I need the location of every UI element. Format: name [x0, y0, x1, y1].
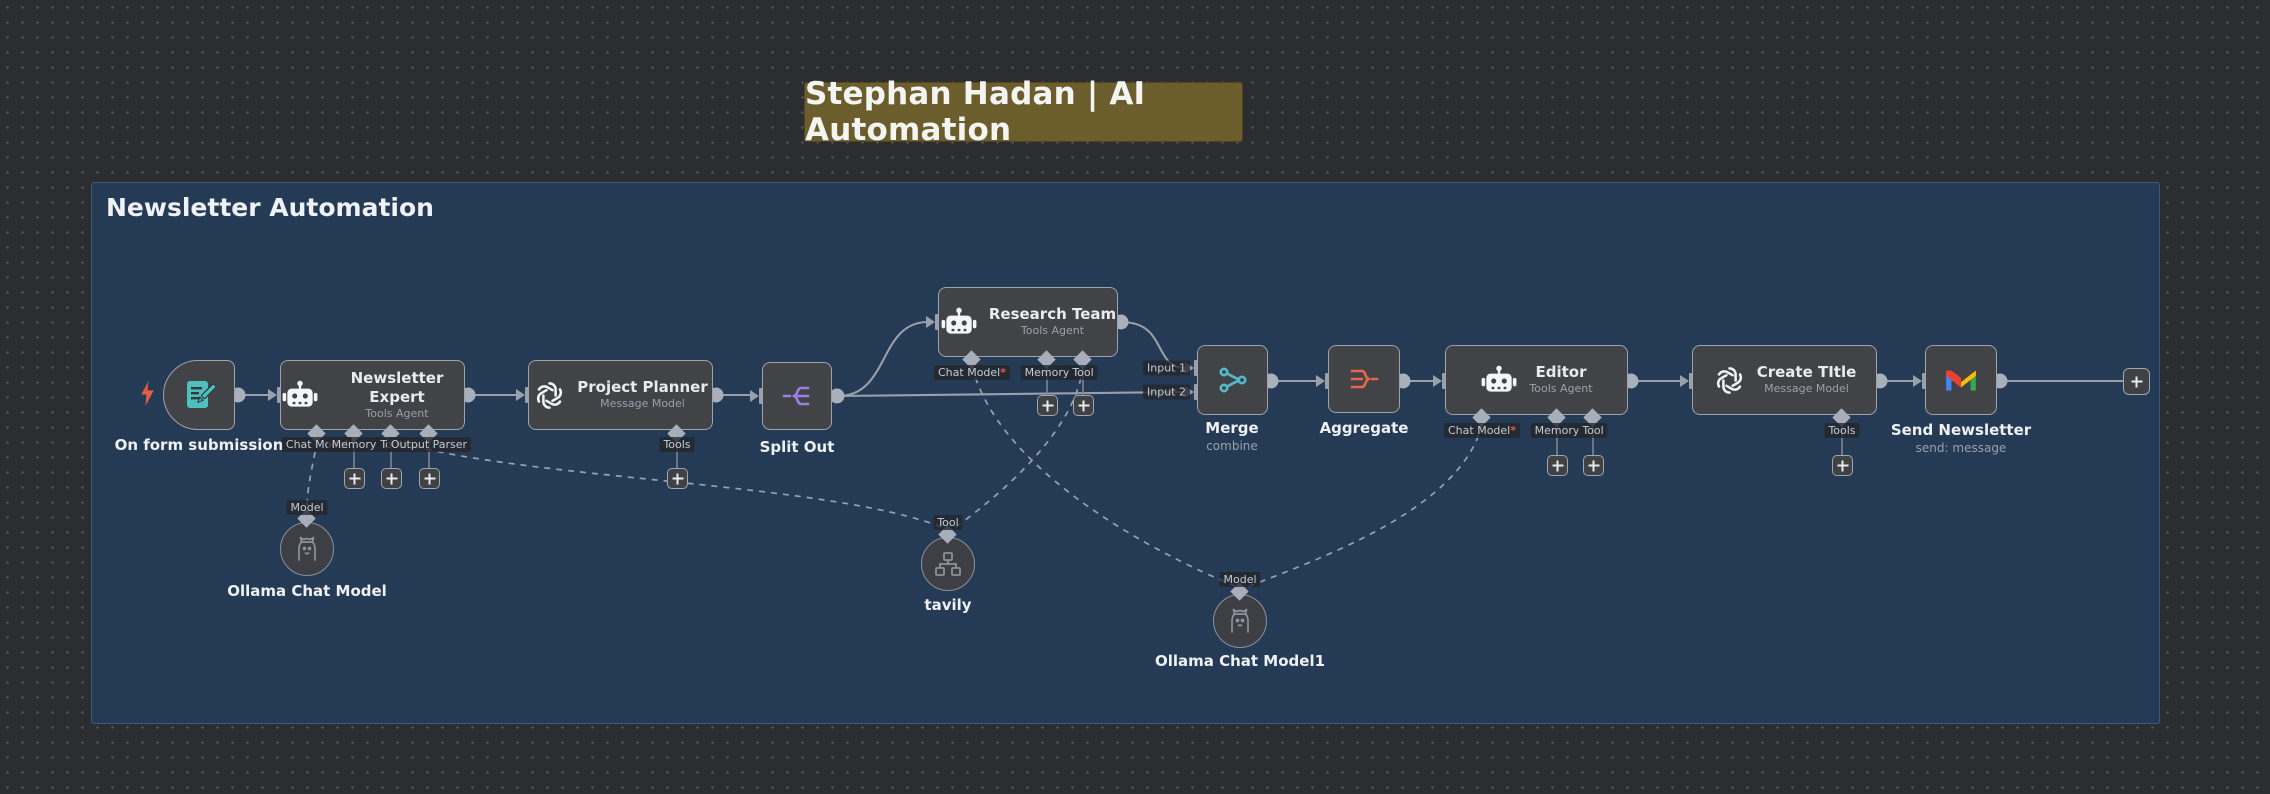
plus-icon — [1588, 460, 1599, 471]
plus-icon — [672, 473, 683, 484]
node-split-out[interactable] — [762, 362, 832, 430]
required-marker: * — [1510, 424, 1516, 437]
node-label: On form submission — [115, 436, 284, 454]
llama-icon — [294, 535, 320, 563]
node-subtitle: Tools Agent — [1529, 382, 1592, 396]
trigger-lightning-icon — [139, 380, 156, 407]
merge-input-label: Input 2 — [1143, 385, 1190, 400]
port-label: Tool — [1578, 423, 1607, 438]
form-submission-icon — [182, 378, 216, 412]
node-label: tavily — [924, 596, 971, 614]
node-research-team[interactable]: Research Team Tools Agent — [938, 287, 1118, 357]
port-label: Output Parser — [387, 437, 471, 452]
port-label: Tool — [933, 515, 962, 530]
port-label: Chat Model* — [934, 365, 1010, 380]
plus-icon — [1552, 460, 1563, 471]
add-node-button[interactable] — [1073, 395, 1094, 416]
node-newsletter-expert[interactable]: Newsletter Expert Tools Agent — [280, 360, 465, 430]
port-label: Model — [286, 500, 327, 515]
node-title: Create TItle — [1757, 363, 1857, 382]
port-label: Memory — [1531, 423, 1584, 438]
node-subtitle: Message Model — [577, 397, 707, 411]
plus-icon — [1078, 400, 1089, 411]
add-node-button[interactable] — [344, 468, 365, 489]
add-node-button[interactable] — [1583, 455, 1604, 476]
node-aggregate[interactable] — [1328, 345, 1400, 413]
port-label: Tool — [1068, 365, 1097, 380]
plus-icon — [349, 473, 360, 484]
add-node-button[interactable] — [419, 468, 440, 489]
split-out-icon — [781, 380, 813, 412]
merge-icon — [1217, 364, 1249, 396]
node-sublabel: combine — [1206, 439, 1258, 453]
port-label: Memory — [328, 437, 381, 452]
dashed-connections — [307, 366, 1482, 587]
add-node-button[interactable] — [2123, 368, 2150, 395]
port-label: Chat Model* — [1444, 423, 1520, 438]
add-node-button[interactable] — [667, 468, 688, 489]
node-label: Ollama Chat Model — [227, 582, 387, 600]
node-on-form-submission[interactable] — [163, 360, 235, 430]
node-subtitle: Tools Agent — [989, 324, 1116, 338]
plus-icon — [424, 473, 435, 484]
sitemap-icon — [934, 550, 962, 578]
port-label: Tools — [1824, 423, 1859, 438]
plus-icon — [1042, 400, 1053, 411]
node-title: Newsletter Expert — [330, 369, 464, 407]
add-node-button[interactable] — [1037, 395, 1058, 416]
robot-icon — [281, 380, 319, 410]
node-subtitle: Message Model — [1757, 382, 1857, 396]
merge-input-label: Input 1 — [1143, 361, 1190, 376]
node-ollama-chat-model1[interactable] — [1213, 594, 1267, 648]
llama-icon — [1227, 607, 1253, 635]
node-tavily[interactable] — [921, 537, 975, 591]
add-node-button[interactable] — [1832, 455, 1853, 476]
node-project-planner[interactable]: Project Planner Message Model — [528, 360, 713, 430]
node-create-title[interactable]: Create TItle Message Model — [1692, 345, 1877, 415]
openai-icon — [1713, 364, 1746, 397]
add-node-button[interactable] — [1547, 455, 1568, 476]
gmail-icon — [1944, 367, 1978, 393]
workflow-canvas[interactable]: Stephan Hadan | AI Automation Newsletter… — [0, 0, 2270, 794]
node-subtitle: Tools Agent — [330, 407, 464, 421]
plus-icon — [386, 473, 397, 484]
add-node-button[interactable] — [381, 468, 402, 489]
node-label: Ollama Chat Model1 — [1155, 652, 1325, 670]
aggregate-icon — [1348, 363, 1380, 395]
node-label: Aggregate — [1320, 419, 1409, 437]
node-editor[interactable]: Editor Tools Agent — [1445, 345, 1628, 415]
node-ollama-chat-model[interactable] — [280, 522, 334, 576]
node-merge[interactable] — [1197, 345, 1268, 415]
node-title: Editor — [1529, 363, 1592, 382]
openai-icon — [533, 379, 566, 412]
robot-icon — [1480, 365, 1518, 395]
node-send-newsletter[interactable] — [1925, 345, 1997, 415]
port-label: Tools — [659, 437, 694, 452]
port-label: Memory — [1021, 365, 1074, 380]
plus-icon — [1837, 460, 1848, 471]
port-label: Model — [1219, 572, 1260, 587]
node-label: Merge — [1205, 419, 1258, 437]
required-marker: * — [1000, 366, 1006, 379]
node-title: Research Team — [989, 305, 1116, 324]
robot-icon — [940, 307, 978, 337]
node-label: Split Out — [760, 438, 835, 456]
node-label: Send Newsletter — [1891, 421, 2031, 439]
node-sublabel: send: message — [1916, 441, 2007, 455]
plus-icon — [2131, 376, 2142, 387]
node-title: Project Planner — [577, 378, 707, 397]
